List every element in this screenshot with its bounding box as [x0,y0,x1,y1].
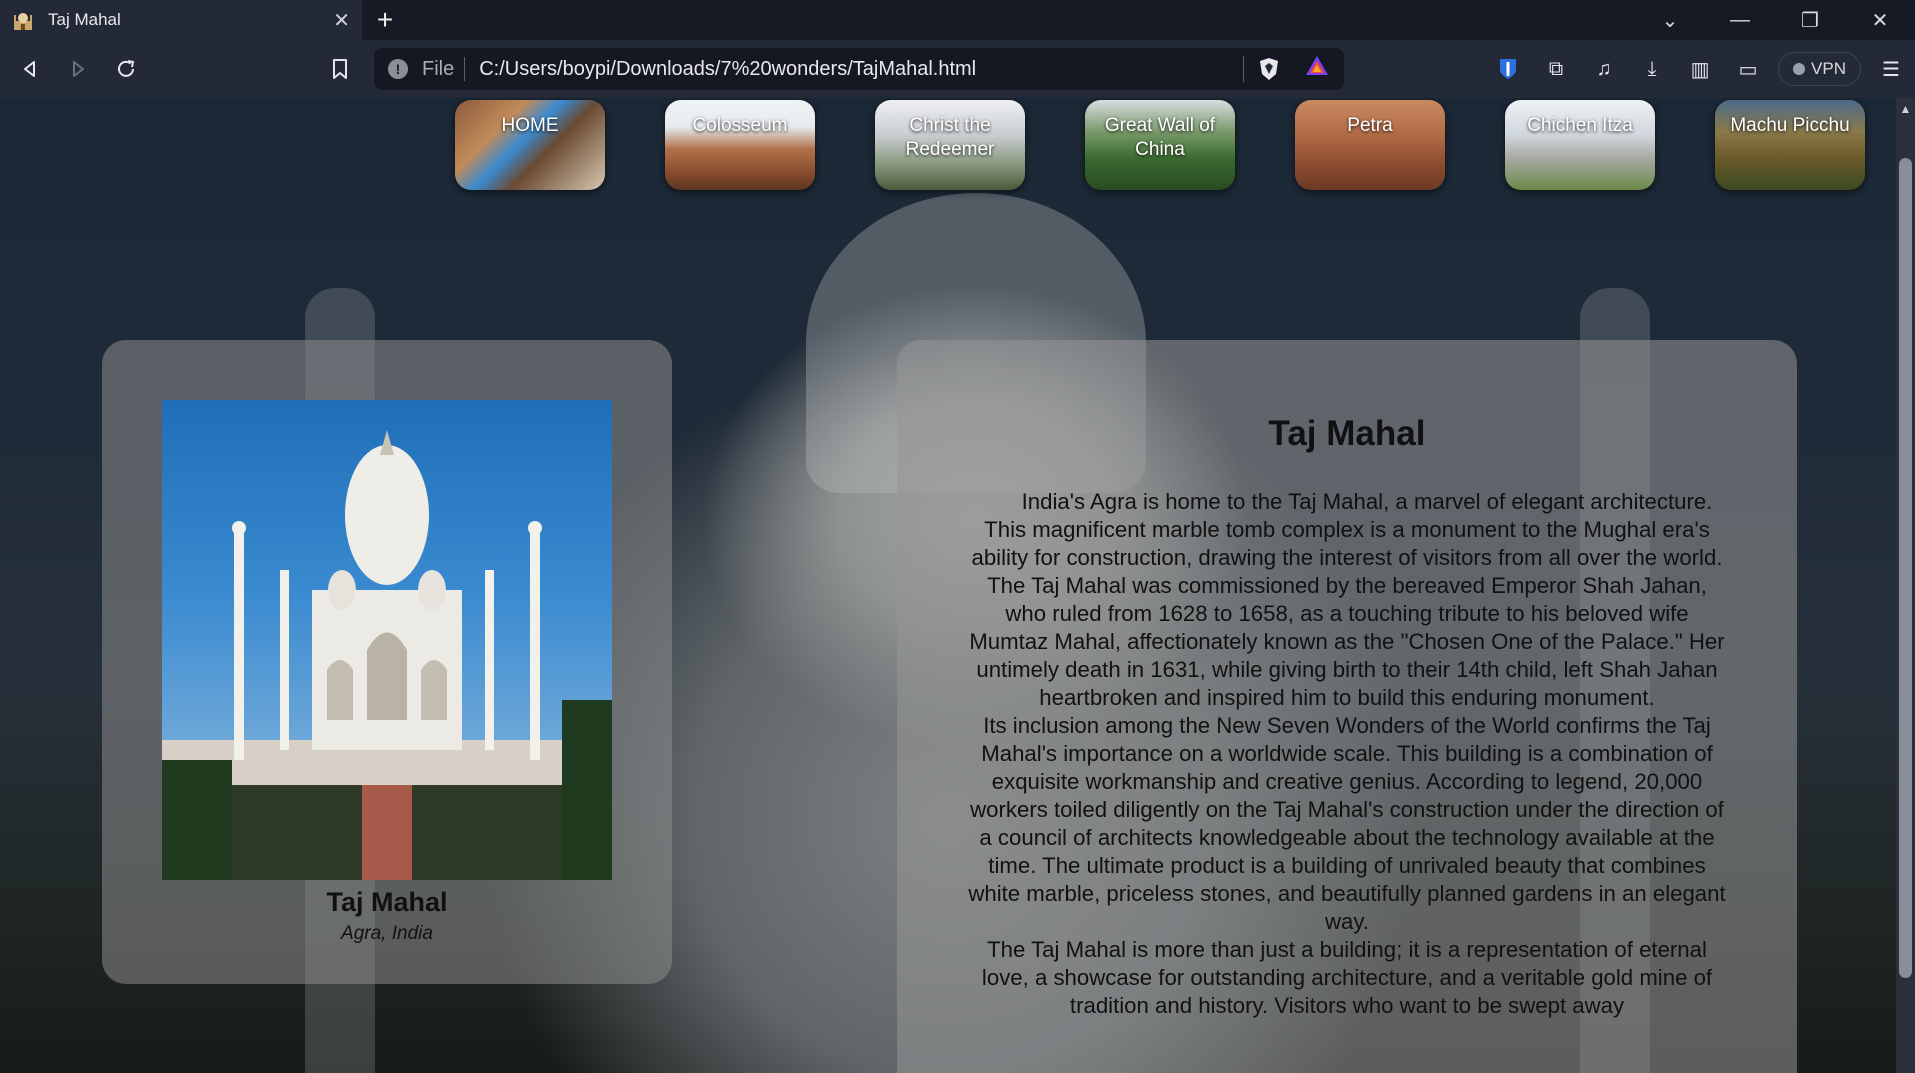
description-paragraph-1: India's Agra is home to the Taj Mahal, a… [969,489,1725,710]
sidebar-toggle-icon[interactable]: ▥ [1676,49,1724,89]
shields-separator [1243,56,1244,82]
main-menu-icon[interactable]: ☰ [1867,49,1915,89]
vpn-status-icon [1793,63,1806,75]
url-separator [464,57,466,81]
toolbar-actions: ⧉ ♫ ⤓ ▥ ▭ VPN ☰ [1484,40,1915,98]
nav-petra-button[interactable]: Petra [1295,100,1445,190]
nav-home-button[interactable]: HOME [455,100,605,190]
nav-chichen-itza-label: Chichen Itza [1527,115,1633,136]
wonder-location: Agra, India [341,923,433,944]
page-scrollbar[interactable]: ▲ [1896,98,1915,1073]
url-scheme: File [422,57,455,80]
nav-colosseum-label: Colosseum [692,115,788,136]
tab-title: Taj Mahal [48,10,121,29]
nav-machu-picchu-button[interactable]: Machu Picchu [1715,100,1865,190]
tab-bar: Taj Mahal ✕ + ⌄ — ❐ ✕ [0,0,1915,40]
page-viewport: HOME Colosseum Christ the Redeemer Great… [0,98,1896,1073]
taj-mahal-photo [162,400,612,880]
wallet-icon[interactable]: ▭ [1724,49,1772,89]
nav-home-label: HOME [501,115,559,136]
forward-icon [73,61,84,77]
nav-great-wall-label: Great Wall of China [1104,115,1216,160]
nav-great-wall-button[interactable]: Great Wall of China [1085,100,1235,190]
description-heading: Taj Mahal [1268,414,1426,453]
reload-button[interactable] [102,49,150,89]
nav-chichen-itza-button[interactable]: Chichen Itza [1505,100,1655,190]
nav-petra-label: Petra [1347,115,1393,136]
site-info-icon[interactable]: ! [388,59,408,79]
wonder-name: Taj Mahal [326,887,448,917]
media-music-icon[interactable]: ♫ [1580,49,1628,89]
url-text[interactable]: C:/Users/boypi/Downloads/7%20wonders/Taj… [479,58,1229,81]
nav-christ-redeemer-button[interactable]: Christ the Redeemer [875,100,1025,190]
back-button[interactable] [6,49,54,89]
taj-mahal-favicon-icon [12,9,34,31]
vpn-label: VPN [1811,59,1846,78]
scroll-up-icon[interactable]: ▲ [1896,102,1915,116]
bookmark-icon [333,59,347,79]
scrollbar-thumb[interactable] [1899,158,1912,978]
tab-search-chevron-icon[interactable]: ⌄ [1635,8,1705,33]
description-paragraph-3: The Taj Mahal is more than just a buildi… [981,937,1713,1018]
reload-icon [118,60,135,77]
minimize-icon[interactable]: — [1705,9,1775,32]
close-window-icon[interactable]: ✕ [1845,8,1915,33]
browser-toolbar: ! File C:/Users/boypi/Downloads/7%20wond… [0,40,1915,98]
brave-shields-icon[interactable] [1258,57,1280,81]
description-body: India's Agra is home to the Taj Mahal, a… [967,488,1727,1020]
nav-colosseum-button[interactable]: Colosseum [665,100,815,190]
back-icon [24,61,35,77]
bitwarden-extension-icon[interactable] [1484,49,1532,89]
address-bar[interactable]: ! File C:/Users/boypi/Downloads/7%20wond… [374,48,1344,90]
description-paragraph-2: Its inclusion among the New Seven Wonder… [968,713,1726,934]
new-tab-button[interactable]: + [362,0,408,40]
restore-icon[interactable]: ❐ [1775,8,1845,33]
brave-rewards-icon[interactable] [1304,54,1330,84]
window-controls: ⌄ — ❐ ✕ [1635,0,1915,40]
wonder-card: Taj Mahal Agra, India [102,340,672,984]
downloads-icon[interactable]: ⤓ [1628,49,1676,89]
description-card: Taj Mahal India's Agra is home to the Ta… [897,340,1797,1073]
wonders-nav: HOME Colosseum Christ the Redeemer Great… [455,100,1865,190]
bookmark-button[interactable] [316,49,364,89]
nav-machu-picchu-label: Machu Picchu [1730,115,1850,136]
nav-christ-redeemer-label: Christ the Redeemer [905,115,995,160]
forward-button[interactable] [54,49,102,89]
vpn-button[interactable]: VPN [1778,52,1861,86]
extensions-puzzle-icon[interactable]: ⧉ [1532,49,1580,89]
tab-close-icon[interactable]: ✕ [333,8,350,33]
tab-taj-mahal[interactable]: Taj Mahal ✕ [0,0,362,40]
